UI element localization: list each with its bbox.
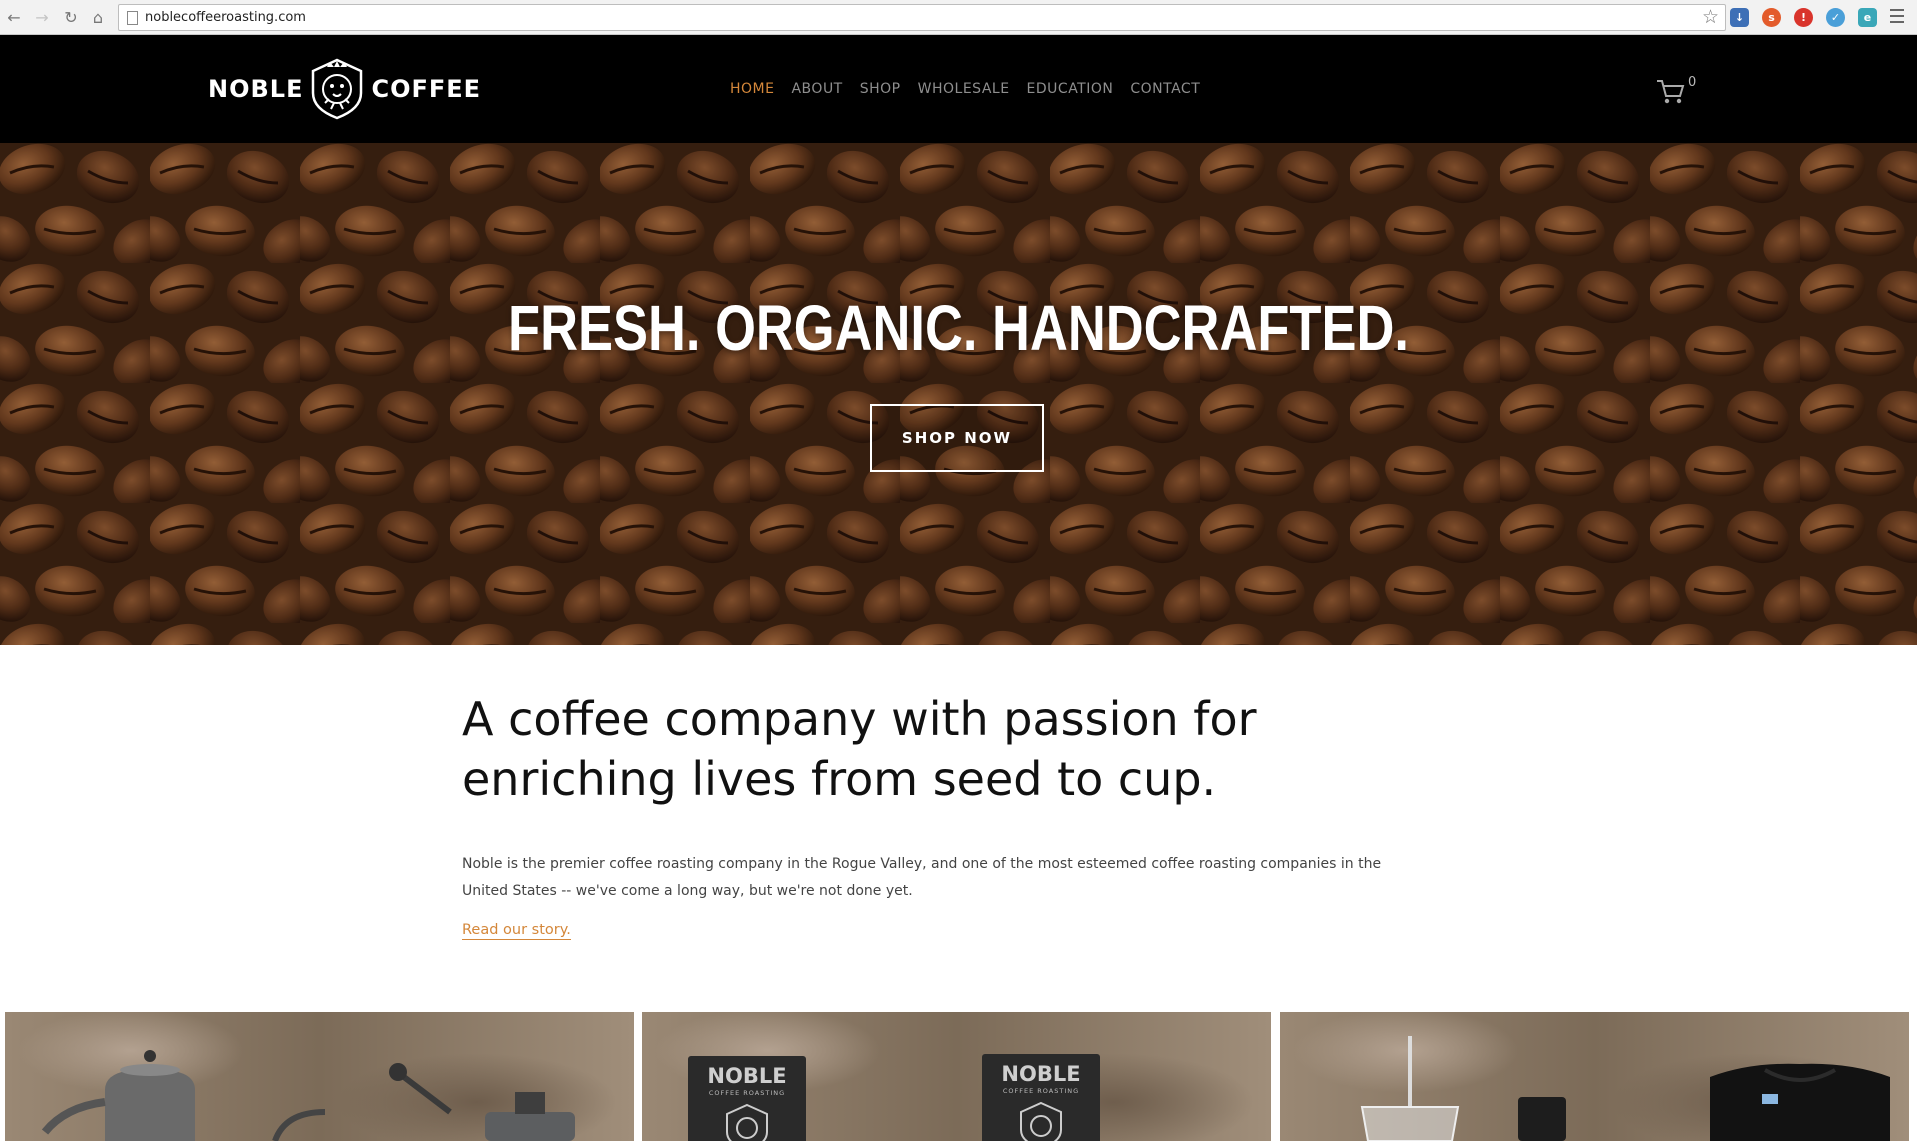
coffee-bag: NOBLE COFFEE ROASTING xyxy=(688,1056,806,1141)
coffee-bag-brand: NOBLE xyxy=(707,1064,787,1088)
nav-wholesale[interactable]: WHOLESALE xyxy=(918,81,1010,97)
site-logo[interactable]: NOBLE COFFEE xyxy=(208,57,481,121)
intro-paragraph-line-1: Noble is the premier coffee roasting com… xyxy=(462,856,1382,872)
brewing-gear-tile[interactable] xyxy=(5,1012,634,1141)
pocket-extension-icon[interactable]: ✓ xyxy=(1826,8,1845,27)
nav-home[interactable]: HOME xyxy=(730,81,774,97)
intro-paragraph: Noble is the premier coffee roasting com… xyxy=(462,851,1422,905)
hero-banner: FRESH. ORGANIC. HANDCRAFTED. SHOP NOW xyxy=(0,143,1917,645)
intro-paragraph-line-2: United States -- we've come a long way, … xyxy=(462,883,913,899)
address-bar[interactable]: noblecoffeeroasting.com ☆ xyxy=(118,4,1726,31)
adblock-extension-icon[interactable]: ! xyxy=(1794,8,1813,27)
cart-icon xyxy=(1657,80,1685,104)
intro-heading: A coffee company with passion for enrich… xyxy=(462,689,1362,809)
coffee-bag: NOBLE COFFEE ROASTING xyxy=(982,1054,1100,1141)
logo-word-noble: NOBLE xyxy=(208,75,304,103)
kettle-and-grinder-image xyxy=(41,1050,575,1141)
hamburger-menu-icon[interactable] xyxy=(1890,9,1904,23)
cart-count: 0 xyxy=(1688,75,1697,90)
main-navigation: HOME ABOUT SHOP WHOLESALE EDUCATION CONT… xyxy=(730,81,1200,97)
reload-icon[interactable]: ↻ xyxy=(61,7,81,27)
url-text: noblecoffeeroasting.com xyxy=(145,10,306,25)
nav-about[interactable]: ABOUT xyxy=(791,81,842,97)
bookmark-star-icon[interactable]: ☆ xyxy=(1702,6,1719,28)
lion-crest-icon xyxy=(312,58,363,120)
read-our-story-link[interactable]: Read our story. xyxy=(462,922,571,940)
home-icon[interactable]: ⌂ xyxy=(88,7,108,27)
nav-contact[interactable]: CONTACT xyxy=(1130,81,1200,97)
shop-now-button[interactable]: SHOP NOW xyxy=(870,404,1044,472)
coffee-bag-subtitle: COFFEE ROASTING xyxy=(708,1089,786,1097)
cart-button[interactable]: 0 xyxy=(1656,75,1700,105)
back-icon[interactable]: ← xyxy=(4,7,24,27)
stumbleupon-extension-icon[interactable]: s xyxy=(1762,8,1781,27)
nav-education[interactable]: EDUCATION xyxy=(1027,81,1114,97)
nav-shop[interactable]: SHOP xyxy=(860,81,901,97)
site-header: NOBLE COFFEE HOME ABOUT SHOP WHOLESALE E… xyxy=(0,35,1917,143)
hero-title: FRESH. ORGANIC. HANDCRAFTED. xyxy=(508,292,1409,364)
browser-toolbar: ← → ↻ ⌂ noblecoffeeroasting.com ☆ ↓ s ! … xyxy=(0,0,1917,35)
merchandise-tile[interactable] xyxy=(1280,1012,1909,1141)
intro-heading-line-2: enriching lives from seed to cup. xyxy=(462,752,1217,806)
coffee-bag-subtitle: COFFEE ROASTING xyxy=(1002,1087,1080,1095)
download-extension-icon[interactable]: ↓ xyxy=(1730,8,1749,27)
intro-heading-line-1: A coffee company with passion for xyxy=(462,692,1257,746)
tumbler-and-shirt-image xyxy=(1360,1036,1890,1141)
evernote-extension-icon[interactable]: e xyxy=(1858,8,1877,27)
forward-icon[interactable]: → xyxy=(32,7,52,27)
lion-crest-icon xyxy=(1020,1101,1062,1141)
logo-word-coffee: COFFEE xyxy=(371,75,482,103)
coffee-bags-tile[interactable]: NOBLE COFFEE ROASTING NOBLE COFFEE ROAST… xyxy=(642,1012,1271,1141)
coffee-bag-brand: NOBLE xyxy=(1001,1062,1081,1086)
lion-crest-icon xyxy=(726,1103,768,1141)
coffee-beans-image xyxy=(0,143,1917,645)
page-icon xyxy=(127,11,138,25)
